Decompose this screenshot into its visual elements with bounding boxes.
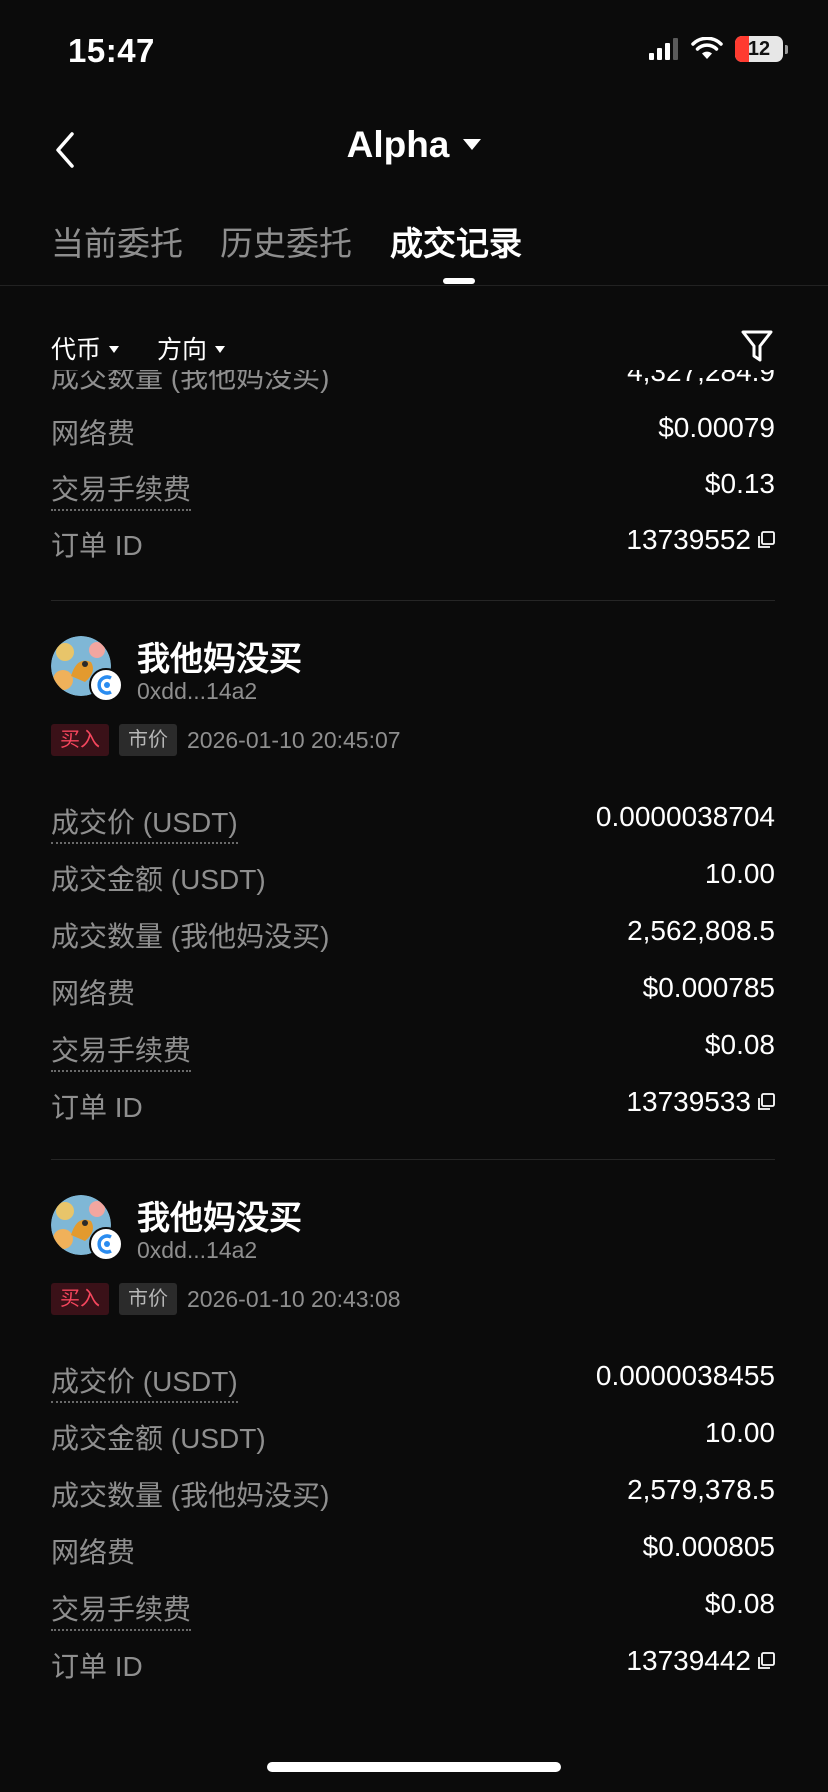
record-divider [51, 600, 775, 601]
order-id-label: 订单 ID [51, 1092, 143, 1123]
trade-fee-label[interactable]: 交易手续费 [51, 1588, 192, 1631]
tab-open-orders[interactable]: 当前委托 [51, 217, 183, 265]
token-address: 0xdd...14a2 [137, 678, 258, 704]
detail-row: 交易手续费 $0.08 [51, 1588, 775, 1631]
detail-row: 网络费 $0.000785 [51, 972, 775, 1012]
detail-row: 成交价 (USDT) 0.0000038704 [51, 801, 775, 844]
order-id-value[interactable]: 13739533 [626, 1086, 775, 1118]
detail-row: 网络费 $0.00079 [51, 412, 775, 452]
price-label[interactable]: 成交价 (USDT) [51, 801, 238, 844]
quantity-value: 2,579,378.5 [627, 1474, 775, 1505]
direction-filter[interactable]: 方向 [157, 330, 226, 366]
page-title-selector[interactable]: Alpha [0, 124, 828, 166]
order-id-text: 13739552 [626, 524, 751, 555]
page-title: Alpha [346, 124, 450, 165]
filter-funnel-icon[interactable] [740, 328, 774, 364]
side-badge: 买入 [51, 724, 109, 756]
copy-icon[interactable] [757, 530, 775, 549]
battery-level: 12 [747, 37, 771, 60]
home-indicator[interactable] [267, 1762, 561, 1772]
token-address: 0xdd...14a2 [137, 1237, 258, 1263]
quantity-value: 4,327,284.9 [627, 370, 775, 387]
network-fee-value: $0.000785 [642, 972, 775, 1003]
tab-active-indicator [443, 278, 475, 284]
copy-icon[interactable] [757, 1092, 775, 1111]
clock: 15:47 [68, 32, 155, 69]
detail-row: 成交数量 (我他妈没买) 2,562,808.5 [51, 915, 775, 955]
chevron-down-icon [463, 138, 482, 150]
status-icons: 12 [649, 36, 788, 62]
chain-logo-icon [89, 668, 123, 702]
caret-down-icon [109, 345, 120, 353]
copy-icon[interactable] [757, 1651, 775, 1670]
quantity-label: 成交数量 (我他妈没买) [51, 1480, 330, 1511]
amount-value: 10.00 [704, 1417, 775, 1448]
token-name: 我他妈没买 [137, 1199, 302, 1236]
record-divider [51, 1159, 775, 1160]
price-value: 0.0000038704 [595, 801, 775, 832]
nav-header: Alpha [0, 110, 828, 190]
token-filter[interactable]: 代币 [51, 330, 120, 366]
amount-value: 10.00 [704, 858, 775, 889]
record-header: 我他妈没买 0xdd...14a2 买入 市价 2026-01-10 20:43… [51, 1195, 775, 1315]
quantity-label: 成交数量 (我他妈没买) [51, 921, 330, 952]
status-bar: 15:47 12 [0, 0, 828, 100]
side-badge: 买入 [51, 1283, 109, 1315]
tab-order-history[interactable]: 历史委托 [220, 217, 352, 265]
order-id-value[interactable]: 13739552 [626, 524, 775, 556]
token-name: 我他妈没买 [137, 640, 302, 677]
tab-bar: 当前委托 历史委托 成交记录 [0, 205, 828, 286]
detail-row: 成交价 (USDT) 0.0000038455 [51, 1360, 775, 1403]
detail-row: 成交数量 (我他妈没买) 2,579,378.5 [51, 1474, 775, 1514]
chain-logo-icon [89, 1227, 123, 1261]
wifi-icon [691, 37, 723, 59]
amount-label: 成交金额 (USDT) [51, 864, 266, 895]
detail-row: 成交金额 (USDT) 10.00 [51, 858, 775, 898]
token-filter-label: 代币 [51, 336, 102, 364]
order-id-label: 订单 ID [51, 530, 143, 561]
detail-row: 网络费 $0.000805 [51, 1531, 775, 1571]
detail-row: 订单 ID 13739442 [51, 1645, 775, 1685]
quantity-label: 成交数量 (我他妈没买) [51, 370, 330, 393]
filter-bar: 代币 方向 [0, 330, 828, 370]
trade-time: 2026-01-10 20:43:08 [187, 1286, 401, 1312]
trade-fee-label[interactable]: 交易手续费 [51, 1029, 192, 1072]
network-fee-label: 网络费 [51, 1537, 136, 1568]
record-header: 我他妈没买 0xdd...14a2 买入 市价 2026-01-10 20:45… [51, 636, 775, 756]
order-id-text: 13739442 [626, 1645, 751, 1676]
tab-trade-history[interactable]: 成交记录 [390, 217, 522, 265]
trade-fee-value: $0.08 [704, 1029, 775, 1060]
trade-time: 2026-01-10 20:45:07 [187, 727, 401, 753]
amount-label: 成交金额 (USDT) [51, 1423, 266, 1454]
detail-row: 交易手续费 $0.08 [51, 1029, 775, 1072]
direction-filter-label: 方向 [157, 336, 208, 364]
network-fee-label: 网络费 [51, 418, 136, 449]
trade-fee-label[interactable]: 交易手续费 [51, 468, 192, 511]
order-type-badge: 市价 [119, 724, 177, 756]
detail-row: 成交金额 (USDT) 10.00 [51, 1417, 775, 1457]
detail-row: 成交数量 (我他妈没买) 4,327,284.9 [51, 370, 775, 396]
caret-down-icon [215, 345, 226, 353]
trade-fee-value: $0.08 [704, 1588, 775, 1619]
detail-row: 订单 ID 13739533 [51, 1086, 775, 1126]
detail-row: 订单 ID 13739552 [51, 524, 775, 564]
quantity-value: 2,562,808.5 [627, 915, 775, 946]
trade-fee-value: $0.13 [704, 468, 775, 499]
network-fee-value: $0.00079 [658, 412, 775, 443]
trade-record-list[interactable]: 成交数量 (我他妈没买) 4,327,284.9 网络费 $0.00079 交易… [0, 370, 828, 1792]
network-fee-value: $0.000805 [642, 1531, 775, 1562]
price-label[interactable]: 成交价 (USDT) [51, 1360, 238, 1403]
network-fee-label: 网络费 [51, 978, 136, 1009]
battery-cap [785, 44, 788, 54]
order-id-text: 13739533 [626, 1086, 751, 1117]
detail-row: 交易手续费 $0.13 [51, 468, 775, 511]
order-id-value[interactable]: 13739442 [626, 1645, 775, 1677]
order-type-badge: 市价 [119, 1283, 177, 1315]
cellular-signal-icon [649, 38, 678, 60]
battery-icon: 12 [735, 36, 783, 62]
order-id-label: 订单 ID [51, 1651, 143, 1682]
price-value: 0.0000038455 [595, 1360, 775, 1391]
